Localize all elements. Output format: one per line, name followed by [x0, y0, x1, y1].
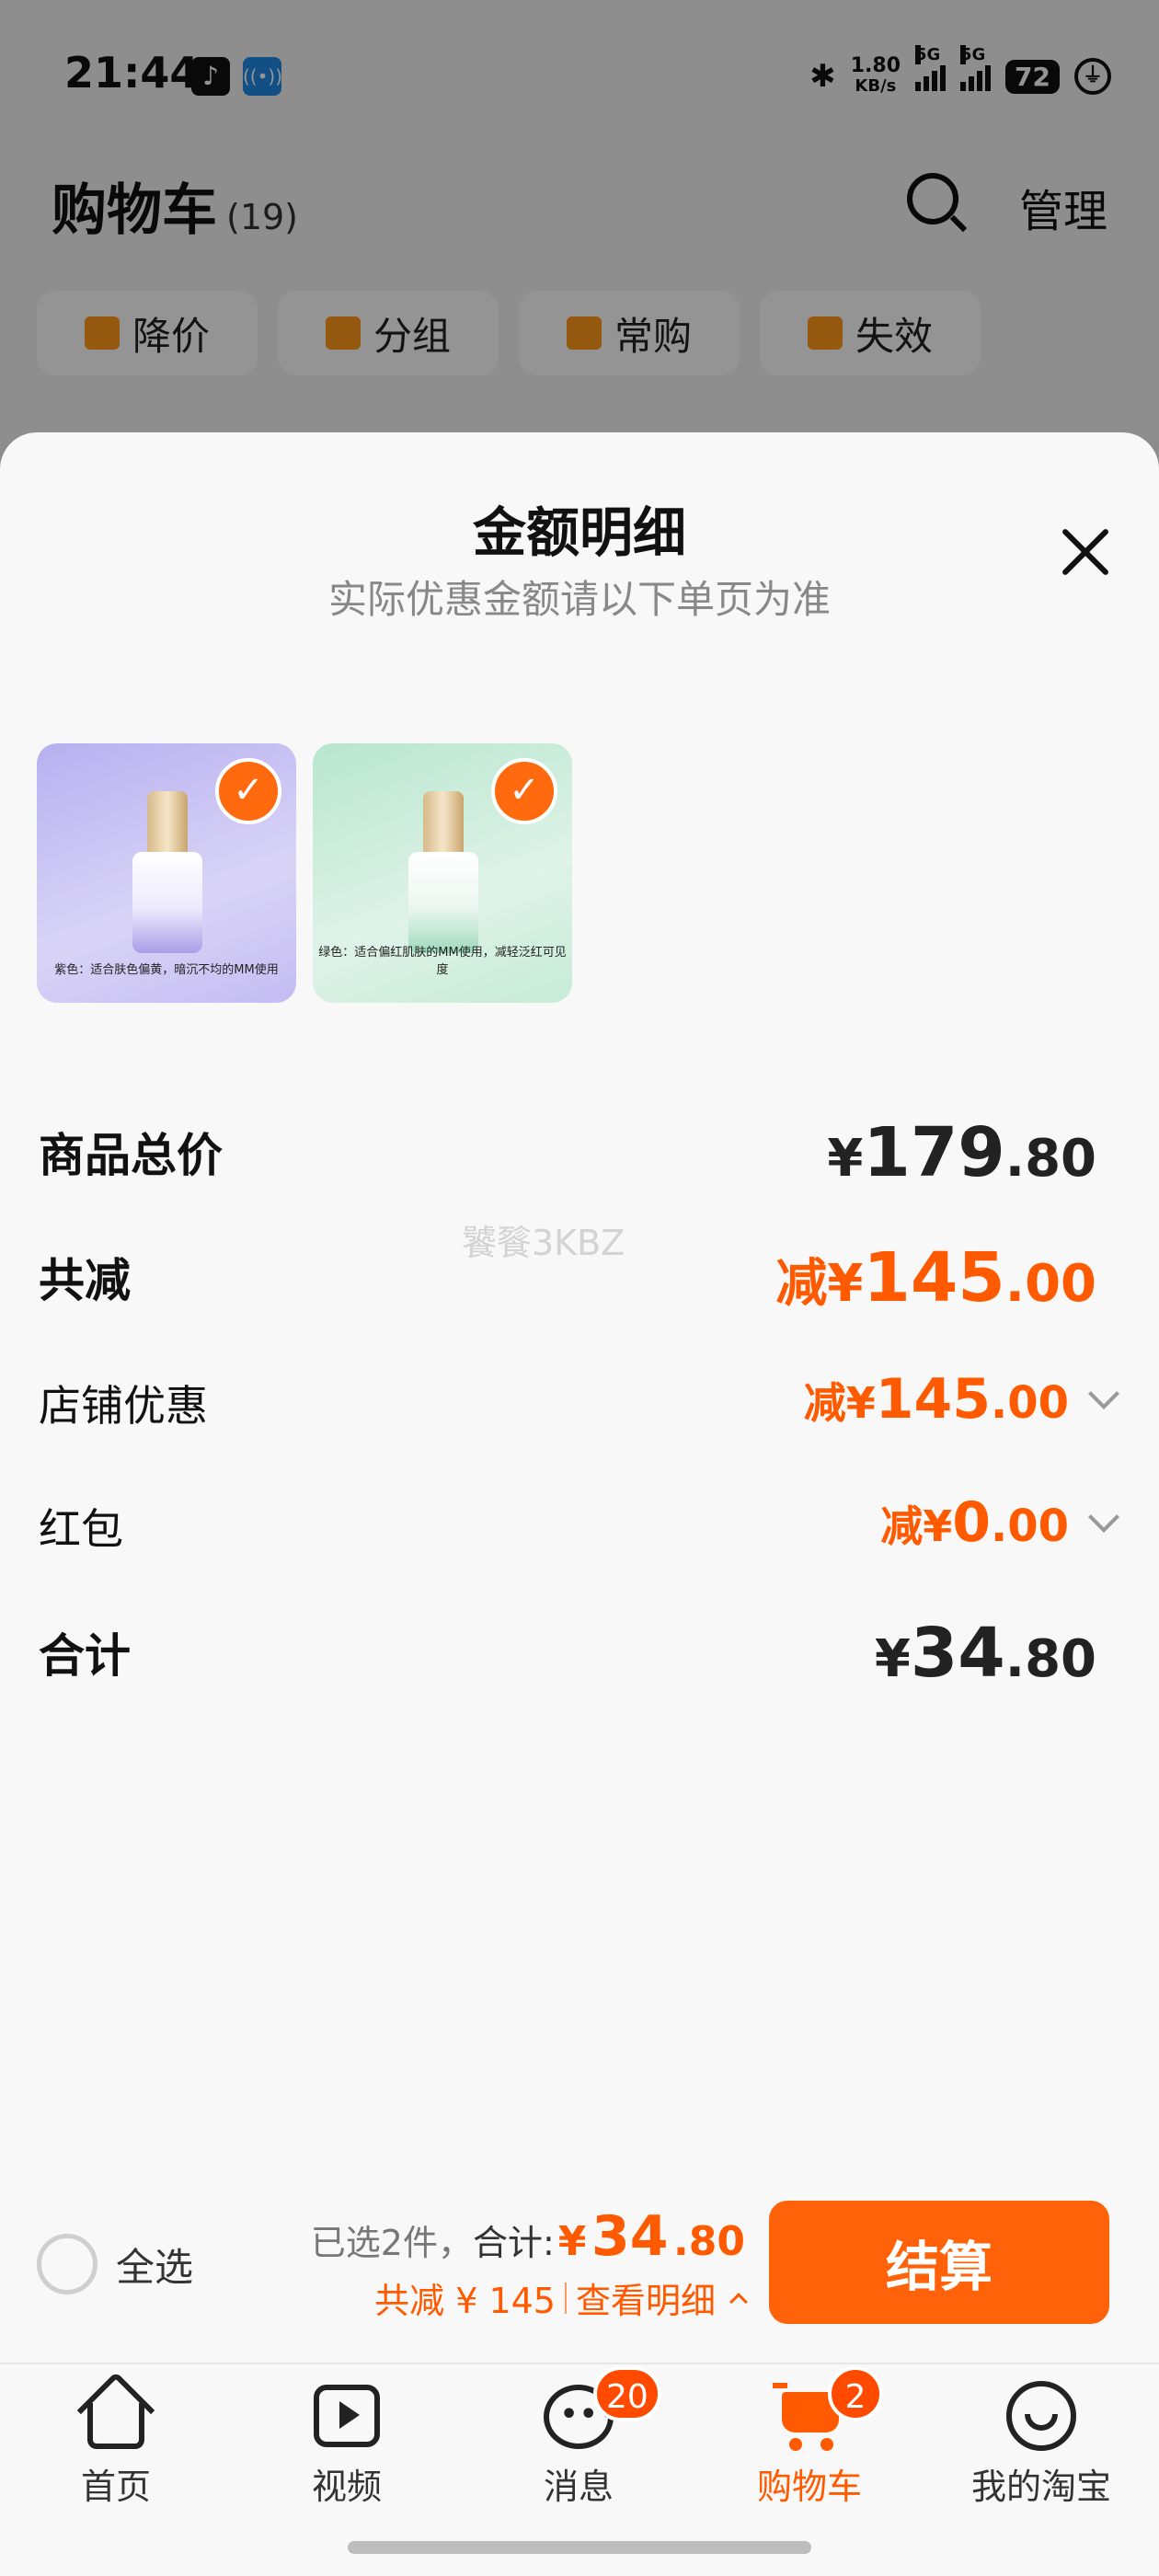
chevron-down-icon[interactable] — [1088, 1378, 1119, 1409]
chevron-up-icon[interactable] — [729, 2292, 748, 2311]
amount-decimal: .00 — [990, 1501, 1069, 1552]
row-label: 商品总价 — [39, 1129, 223, 1182]
amount-decimal: .80 — [1004, 1129, 1096, 1189]
message-badge: 20 — [593, 2366, 661, 2421]
select-all[interactable]: 全选 — [37, 2234, 193, 2294]
home-indicator[interactable] — [348, 2541, 811, 2554]
product-caption: 紫色：适合肤色偏黄，暗沉不均的MM使用 — [54, 963, 279, 977]
chevron-down-icon[interactable] — [1088, 1501, 1119, 1533]
subtotal-amount: ¥ 179 .80 — [827, 1113, 1096, 1192]
check-icon: ✓ — [491, 758, 557, 824]
summary-total-line: 已选2件， 合计: ¥ 34 .80 — [311, 2204, 745, 2269]
tab-label: 购物车 — [756, 2467, 862, 2507]
amount-decimal: .00 — [990, 1377, 1069, 1429]
total-label: 合计: — [472, 2223, 555, 2263]
row-label: 红包 — [39, 1504, 123, 1554]
total-amount: ¥ 34 .80 — [875, 1614, 1096, 1693]
cart-badge: 2 — [828, 2366, 883, 2421]
view-detail-link[interactable]: 查看明细 — [576, 2272, 716, 2323]
total-discount-amount: 减¥ 145 .00 — [775, 1238, 1096, 1317]
select-all-checkbox[interactable] — [37, 2234, 98, 2294]
shop-discount-amount: 减¥ 145 .00 — [804, 1367, 1124, 1432]
discount-prefix: 减¥ — [775, 1254, 864, 1314]
discount-prefix: 减¥ — [880, 1501, 953, 1551]
row-total: 合计 ¥ 34 .80 — [39, 1614, 1124, 1693]
bottle-cap — [423, 791, 464, 856]
amount-integer: 0 — [952, 1490, 991, 1555]
tab-cart[interactable]: 2 购物车 — [717, 2366, 901, 2509]
tab-home[interactable]: 首页 — [24, 2371, 208, 2509]
row-label: 合计 — [39, 1629, 131, 1683]
tab-messages[interactable]: ••• 20 消息 — [487, 2366, 671, 2509]
amount-integer: 179 — [863, 1113, 1005, 1192]
tab-label: 我的淘宝 — [970, 2467, 1111, 2507]
row-shop-discount[interactable]: 店铺优惠 减¥ 145 .00 — [39, 1367, 1124, 1441]
row-total-discount: 共减 减¥ 145 .00 — [39, 1238, 1124, 1317]
row-subtotal: 商品总价 ¥ 179 .80 — [39, 1113, 1124, 1192]
summary-total-amount: ¥ 34 .80 — [558, 2204, 745, 2269]
currency-symbol: ¥ — [874, 1629, 911, 1689]
discount-prefix: 减¥ — [803, 1378, 876, 1428]
tab-profile[interactable]: 我的淘宝 — [949, 2379, 1133, 2509]
check-icon: ✓ — [215, 758, 281, 824]
amount-integer: 145 — [875, 1367, 991, 1432]
tab-label: 消息 — [543, 2467, 614, 2507]
red-packet-amount: 减¥ 0 .00 — [880, 1490, 1124, 1555]
video-icon — [310, 2379, 384, 2453]
checkout-button[interactable]: 结算 — [769, 2201, 1109, 2324]
summary-discount-line: 共减 ¥ 145 查看明细 — [311, 2272, 748, 2323]
summary-discount: 共减 ¥ 145 — [374, 2281, 556, 2321]
currency-symbol: ¥ — [557, 2218, 587, 2265]
product-thumbnail[interactable]: 绿色：适合偏红肌肤的MM使用，减轻泛红可见度 ✓ — [313, 743, 572, 1003]
bottle-cap — [147, 791, 188, 856]
order-summary: 已选2件， 合计: ¥ 34 .80 共减 ¥ 145 查看明细 — [311, 2204, 748, 2323]
tab-video[interactable]: 视频 — [255, 2379, 439, 2509]
currency-symbol: ¥ — [827, 1129, 864, 1189]
select-all-label: 全选 — [116, 2244, 194, 2290]
product-caption: 绿色：适合偏红肌肤的MM使用，减轻泛红可见度 — [318, 946, 567, 977]
message-icon: ••• 20 — [542, 2366, 661, 2453]
profile-icon — [1004, 2379, 1078, 2453]
tab-label: 视频 — [311, 2467, 382, 2507]
amount-decimal: .00 — [1004, 1254, 1096, 1314]
selected-count: 已选2件， — [310, 2223, 473, 2263]
product-thumbnail[interactable]: 紫色：适合肤色偏黄，暗沉不均的MM使用 ✓ — [37, 743, 296, 1003]
row-label: 共减 — [39, 1254, 131, 1307]
close-icon[interactable] — [1058, 524, 1113, 580]
divider — [564, 2282, 567, 2314]
bottle-body — [132, 852, 202, 953]
tab-label: 首页 — [80, 2467, 151, 2507]
amount-integer: 34 — [591, 2204, 669, 2269]
checkout-bar: 全选 已选2件， 合计: ¥ 34 .80 共减 ¥ 145 查看明细 结算 — [0, 2180, 1159, 2364]
row-red-packet[interactable]: 红包 减¥ 0 .00 — [39, 1490, 1124, 1564]
amount-decimal: .80 — [1004, 1629, 1096, 1689]
amount-integer: 34 — [910, 1614, 1005, 1693]
amount-decimal: .80 — [673, 2218, 745, 2265]
home-icon — [76, 2371, 155, 2453]
product-thumbnails: 紫色：适合肤色偏黄，暗沉不均的MM使用 ✓ 绿色：适合偏红肌肤的MM使用，减轻泛… — [37, 743, 572, 1003]
row-label: 店铺优惠 — [39, 1381, 208, 1431]
sheet-title: 金额明细 — [472, 501, 686, 564]
bottle-body — [408, 852, 478, 953]
sheet-subtitle: 实际优惠金额请以下单页为准 — [327, 577, 831, 622]
cart-icon: 2 — [773, 2366, 883, 2453]
amount-integer: 145 — [863, 1238, 1005, 1317]
